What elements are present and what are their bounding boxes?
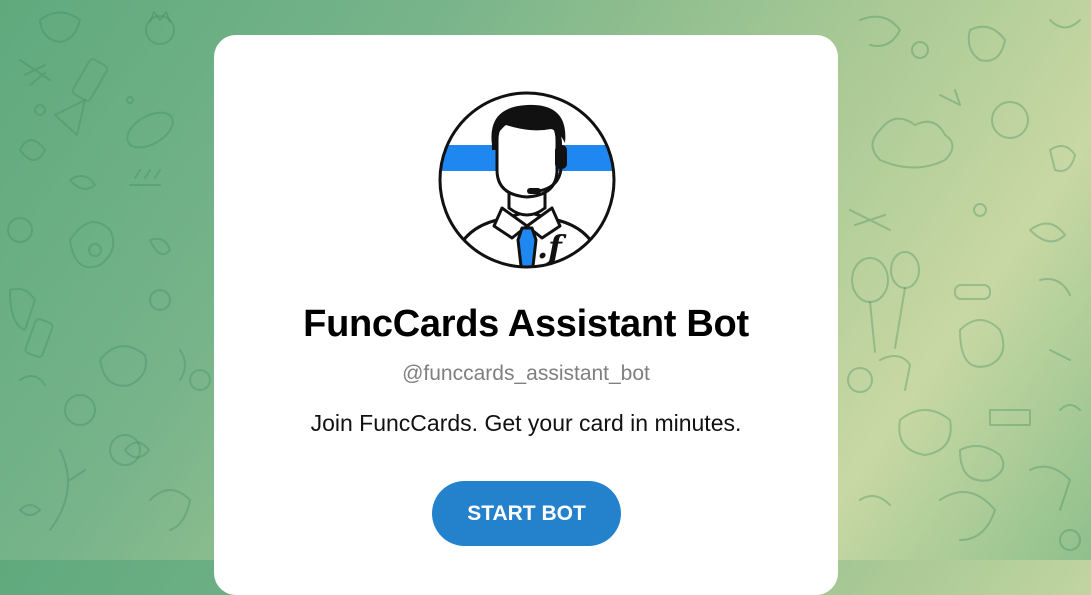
bot-preview-card: .f FuncCards Assistant Bot @funccards_as… [214,35,838,595]
support-agent-icon: .f [438,91,616,269]
bot-avatar: .f [437,90,617,270]
bot-name: FuncCards Assistant Bot [303,303,749,345]
start-bot-button[interactable]: START BOT [432,481,621,546]
bot-description: Join FuncCards. Get your card in minutes… [310,410,742,436]
bot-username: @funccards_assistant_bot [402,362,650,385]
